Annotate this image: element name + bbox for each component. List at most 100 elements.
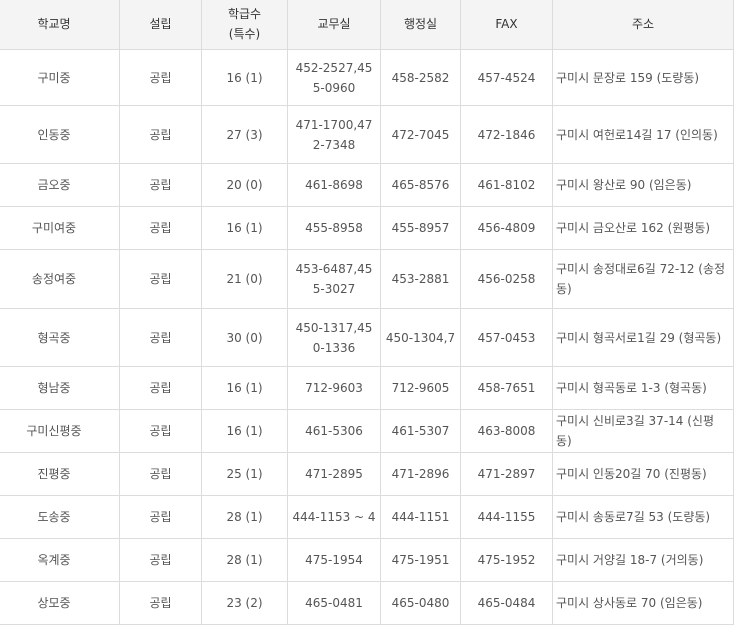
- school-table: 학교명 설립 학급수 (특수) 교무실 행정실 FAX 주소 구미중 공립 16…: [0, 0, 734, 625]
- school-name: 금오중: [0, 163, 120, 207]
- table-row: 형곡중 공립 30 (0) 450-1317,450-1336 450-1304…: [0, 308, 734, 367]
- header-row: 학교명 설립 학급수 (특수) 교무실 행정실 FAX 주소: [0, 0, 734, 50]
- fax-number: 463-8008: [460, 409, 553, 453]
- address: 구미시 인동20길 70 (진평동): [552, 452, 734, 496]
- founding-type: 공립: [119, 206, 202, 250]
- fax-number: 456-4809: [460, 206, 553, 250]
- admin-phone: 461-5307: [380, 409, 461, 453]
- school-name: 형남중: [0, 366, 120, 410]
- founding-type: 공립: [119, 163, 202, 207]
- office-phone: 461-5306: [287, 409, 381, 453]
- table-row: 구미신평중 공립 16 (1) 461-5306 461-5307 463-80…: [0, 409, 734, 453]
- header-fax: FAX: [460, 0, 553, 50]
- school-name: 옥계중: [0, 538, 120, 582]
- admin-phone: 465-8576: [380, 163, 461, 207]
- fax-number: 457-0453: [460, 308, 553, 367]
- table-row: 도송중 공립 28 (1) 444-1153 ~ 4 444-1151 444-…: [0, 495, 734, 539]
- fax-number: 458-7651: [460, 366, 553, 410]
- office-phone: 444-1153 ~ 4: [287, 495, 381, 539]
- class-count: 16 (1): [201, 409, 288, 453]
- address: 구미시 상사동로 70 (임은동): [552, 581, 734, 625]
- office-phone: 465-0481: [287, 581, 381, 625]
- founding-type: 공립: [119, 495, 202, 539]
- admin-phone: 450-1304,7: [380, 308, 461, 367]
- table-header: 학교명 설립 학급수 (특수) 교무실 행정실 FAX 주소: [0, 0, 734, 50]
- admin-phone: 471-2896: [380, 452, 461, 496]
- admin-phone: 475-1951: [380, 538, 461, 582]
- header-classes-line1: 학급수: [227, 7, 262, 21]
- table-row: 인동중 공립 27 (3) 471-1700,472-7348 472-7045…: [0, 105, 734, 164]
- admin-phone: 455-8957: [380, 206, 461, 250]
- header-founding: 설립: [119, 0, 202, 50]
- address: 구미시 여헌로14길 17 (인의동): [552, 105, 734, 164]
- school-name: 형곡중: [0, 308, 120, 367]
- address: 구미시 형곡서로1길 29 (형곡동): [552, 308, 734, 367]
- class-count: 16 (1): [201, 49, 288, 106]
- founding-type: 공립: [119, 409, 202, 453]
- founding-type: 공립: [119, 105, 202, 164]
- admin-phone: 465-0480: [380, 581, 461, 625]
- table-row: 구미중 공립 16 (1) 452-2527,455-0960 458-2582…: [0, 49, 734, 106]
- founding-type: 공립: [119, 366, 202, 410]
- office-phone: 452-2527,455-0960: [287, 49, 381, 106]
- office-phone: 461-8698: [287, 163, 381, 207]
- office-phone: 453-6487,455-3027: [287, 249, 381, 309]
- address: 구미시 왕산로 90 (임은동): [552, 163, 734, 207]
- admin-phone: 453-2881: [380, 249, 461, 309]
- fax-number: 461-8102: [460, 163, 553, 207]
- school-name: 구미신평중: [0, 409, 120, 453]
- table-row: 진평중 공립 25 (1) 471-2895 471-2896 471-2897…: [0, 452, 734, 496]
- founding-type: 공립: [119, 581, 202, 625]
- table-row: 구미여중 공립 16 (1) 455-8958 455-8957 456-480…: [0, 206, 734, 250]
- address: 구미시 거양길 18-7 (거의동): [552, 538, 734, 582]
- table-row: 옥계중 공립 28 (1) 475-1954 475-1951 475-1952…: [0, 538, 734, 582]
- header-name: 학교명: [0, 0, 120, 50]
- class-count: 25 (1): [201, 452, 288, 496]
- class-count: 23 (2): [201, 581, 288, 625]
- fax-number: 444-1155: [460, 495, 553, 539]
- admin-phone: 472-7045: [380, 105, 461, 164]
- admin-phone: 458-2582: [380, 49, 461, 106]
- class-count: 28 (1): [201, 495, 288, 539]
- table-body: 구미중 공립 16 (1) 452-2527,455-0960 458-2582…: [0, 49, 734, 625]
- office-phone: 471-2895: [287, 452, 381, 496]
- fax-number: 475-1952: [460, 538, 553, 582]
- class-count: 16 (1): [201, 206, 288, 250]
- fax-number: 457-4524: [460, 49, 553, 106]
- header-classes-line2: (특수): [228, 27, 261, 41]
- office-phone: 712-9603: [287, 366, 381, 410]
- table-row: 금오중 공립 20 (0) 461-8698 465-8576 461-8102…: [0, 163, 734, 207]
- school-name: 구미여중: [0, 206, 120, 250]
- office-phone: 471-1700,472-7348: [287, 105, 381, 164]
- address: 구미시 문장로 159 (도량동): [552, 49, 734, 106]
- office-phone: 455-8958: [287, 206, 381, 250]
- school-name: 송정여중: [0, 249, 120, 309]
- fax-number: 471-2897: [460, 452, 553, 496]
- school-name: 도송중: [0, 495, 120, 539]
- class-count: 16 (1): [201, 366, 288, 410]
- table-row: 상모중 공립 23 (2) 465-0481 465-0480 465-0484…: [0, 581, 734, 625]
- admin-phone: 444-1151: [380, 495, 461, 539]
- address: 구미시 금오산로 162 (원평동): [552, 206, 734, 250]
- founding-type: 공립: [119, 49, 202, 106]
- office-phone: 450-1317,450-1336: [287, 308, 381, 367]
- school-name: 구미중: [0, 49, 120, 106]
- class-count: 30 (0): [201, 308, 288, 367]
- address: 구미시 신비로3길 37-14 (신평동): [552, 409, 734, 453]
- school-name: 진평중: [0, 452, 120, 496]
- address: 구미시 송정대로6길 72-12 (송정동): [552, 249, 734, 309]
- founding-type: 공립: [119, 249, 202, 309]
- office-phone: 475-1954: [287, 538, 381, 582]
- admin-phone: 712-9605: [380, 366, 461, 410]
- address: 구미시 송동로7길 53 (도량동): [552, 495, 734, 539]
- address: 구미시 형곡동로 1-3 (형곡동): [552, 366, 734, 410]
- founding-type: 공립: [119, 308, 202, 367]
- fax-number: 472-1846: [460, 105, 553, 164]
- founding-type: 공립: [119, 538, 202, 582]
- class-count: 27 (3): [201, 105, 288, 164]
- school-name: 상모중: [0, 581, 120, 625]
- header-admin: 행정실: [380, 0, 461, 50]
- class-count: 28 (1): [201, 538, 288, 582]
- table-row: 형남중 공립 16 (1) 712-9603 712-9605 458-7651…: [0, 366, 734, 410]
- class-count: 20 (0): [201, 163, 288, 207]
